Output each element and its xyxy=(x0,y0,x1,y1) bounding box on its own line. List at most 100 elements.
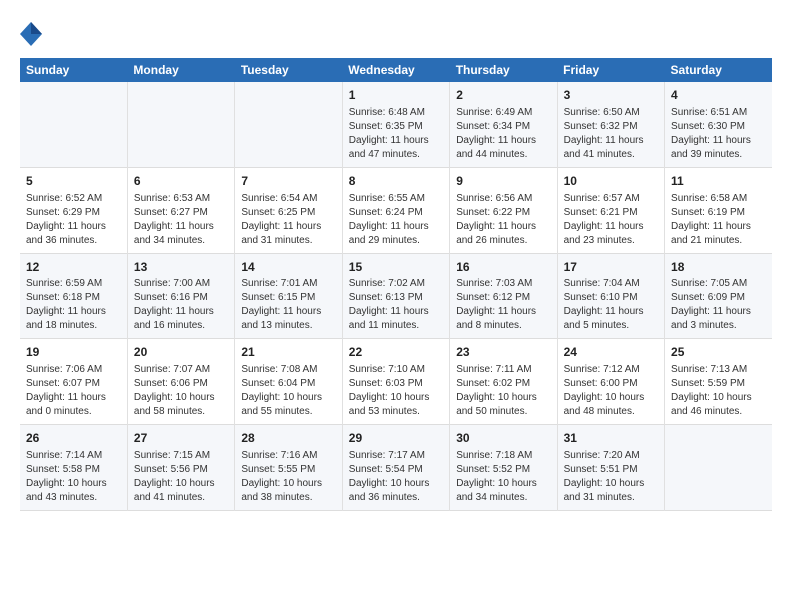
day-info-line: Sunrise: 6:57 AM xyxy=(564,192,658,206)
day-info-line: and 11 minutes. xyxy=(349,319,443,333)
day-info-line: Sunrise: 6:51 AM xyxy=(671,106,766,120)
weekday-header-monday: Monday xyxy=(127,58,234,82)
day-number: 29 xyxy=(349,430,443,447)
day-info-line: Sunset: 6:15 PM xyxy=(241,291,335,305)
calendar-cell: 13Sunrise: 7:00 AMSunset: 6:16 PMDayligh… xyxy=(127,253,234,339)
day-info-line: Sunset: 6:29 PM xyxy=(26,206,121,220)
calendar-week-1: 1Sunrise: 6:48 AMSunset: 6:35 PMDaylight… xyxy=(20,82,772,167)
day-info-line: and 34 minutes. xyxy=(456,491,550,505)
day-info-line: and 36 minutes. xyxy=(349,491,443,505)
calendar-cell: 19Sunrise: 7:06 AMSunset: 6:07 PMDayligh… xyxy=(20,339,127,425)
day-number: 18 xyxy=(671,259,766,276)
day-info-line: Sunrise: 7:12 AM xyxy=(564,363,658,377)
day-info-line: Sunrise: 7:10 AM xyxy=(349,363,443,377)
calendar-week-2: 5Sunrise: 6:52 AMSunset: 6:29 PMDaylight… xyxy=(20,167,772,253)
calendar-cell: 7Sunrise: 6:54 AMSunset: 6:25 PMDaylight… xyxy=(235,167,342,253)
day-info-line: and 21 minutes. xyxy=(671,234,766,248)
day-number: 27 xyxy=(134,430,228,447)
day-number: 7 xyxy=(241,173,335,190)
day-info-line: Daylight: 10 hours xyxy=(26,477,121,491)
calendar-cell: 18Sunrise: 7:05 AMSunset: 6:09 PMDayligh… xyxy=(665,253,772,339)
day-info-line: Sunset: 6:34 PM xyxy=(456,120,550,134)
day-info-line: Sunset: 6:13 PM xyxy=(349,291,443,305)
day-info-line: Sunrise: 7:07 AM xyxy=(134,363,228,377)
calendar-cell xyxy=(20,82,127,167)
day-info-line: Sunrise: 6:54 AM xyxy=(241,192,335,206)
day-info-line: Daylight: 11 hours xyxy=(564,220,658,234)
day-info-line: Sunset: 6:07 PM xyxy=(26,377,121,391)
calendar-cell: 4Sunrise: 6:51 AMSunset: 6:30 PMDaylight… xyxy=(665,82,772,167)
day-info-line: Sunset: 6:19 PM xyxy=(671,206,766,220)
day-info-line: Daylight: 11 hours xyxy=(671,305,766,319)
calendar-cell: 6Sunrise: 6:53 AMSunset: 6:27 PMDaylight… xyxy=(127,167,234,253)
calendar-week-4: 19Sunrise: 7:06 AMSunset: 6:07 PMDayligh… xyxy=(20,339,772,425)
day-number: 15 xyxy=(349,259,443,276)
day-number: 4 xyxy=(671,87,766,104)
calendar-body: 1Sunrise: 6:48 AMSunset: 6:35 PMDaylight… xyxy=(20,82,772,510)
day-info-line: and 50 minutes. xyxy=(456,405,550,419)
day-info-line: Sunrise: 7:05 AM xyxy=(671,277,766,291)
calendar-cell: 15Sunrise: 7:02 AMSunset: 6:13 PMDayligh… xyxy=(342,253,449,339)
calendar-cell: 30Sunrise: 7:18 AMSunset: 5:52 PMDayligh… xyxy=(450,425,557,511)
day-info-line: Sunrise: 7:20 AM xyxy=(564,449,658,463)
day-info-line: Sunset: 6:04 PM xyxy=(241,377,335,391)
calendar-cell: 23Sunrise: 7:11 AMSunset: 6:02 PMDayligh… xyxy=(450,339,557,425)
day-number: 13 xyxy=(134,259,228,276)
weekday-header-row: SundayMondayTuesdayWednesdayThursdayFrid… xyxy=(20,58,772,82)
day-info-line: Sunrise: 6:50 AM xyxy=(564,106,658,120)
day-info-line: Sunrise: 7:16 AM xyxy=(241,449,335,463)
day-info-line: Sunrise: 7:14 AM xyxy=(26,449,121,463)
calendar-cell xyxy=(235,82,342,167)
day-number: 31 xyxy=(564,430,658,447)
calendar-cell: 5Sunrise: 6:52 AMSunset: 6:29 PMDaylight… xyxy=(20,167,127,253)
day-info-line: Sunrise: 7:06 AM xyxy=(26,363,121,377)
day-number: 6 xyxy=(134,173,228,190)
calendar-cell: 14Sunrise: 7:01 AMSunset: 6:15 PMDayligh… xyxy=(235,253,342,339)
day-number: 1 xyxy=(349,87,443,104)
weekday-header-wednesday: Wednesday xyxy=(342,58,449,82)
day-info-line: and 41 minutes. xyxy=(564,148,658,162)
day-info-line: and 47 minutes. xyxy=(349,148,443,162)
day-number: 2 xyxy=(456,87,550,104)
day-info-line: Sunset: 6:00 PM xyxy=(564,377,658,391)
weekday-header-saturday: Saturday xyxy=(665,58,772,82)
day-number: 24 xyxy=(564,344,658,361)
day-info-line: Daylight: 11 hours xyxy=(134,220,228,234)
day-info-line: Sunrise: 7:13 AM xyxy=(671,363,766,377)
day-info-line: Daylight: 10 hours xyxy=(134,477,228,491)
day-number: 9 xyxy=(456,173,550,190)
day-info-line: Sunrise: 7:18 AM xyxy=(456,449,550,463)
day-info-line: and 58 minutes. xyxy=(134,405,228,419)
calendar-cell: 26Sunrise: 7:14 AMSunset: 5:58 PMDayligh… xyxy=(20,425,127,511)
day-info-line: Sunset: 6:06 PM xyxy=(134,377,228,391)
day-info-line: and 18 minutes. xyxy=(26,319,121,333)
calendar-cell xyxy=(665,425,772,511)
day-number: 20 xyxy=(134,344,228,361)
day-info-line: and 16 minutes. xyxy=(134,319,228,333)
day-info-line: Sunrise: 7:02 AM xyxy=(349,277,443,291)
day-info-line: Sunset: 6:24 PM xyxy=(349,206,443,220)
calendar-cell: 22Sunrise: 7:10 AMSunset: 6:03 PMDayligh… xyxy=(342,339,449,425)
day-info-line: Sunset: 6:12 PM xyxy=(456,291,550,305)
calendar-cell xyxy=(127,82,234,167)
calendar-cell: 11Sunrise: 6:58 AMSunset: 6:19 PMDayligh… xyxy=(665,167,772,253)
calendar-week-5: 26Sunrise: 7:14 AMSunset: 5:58 PMDayligh… xyxy=(20,425,772,511)
day-info-line: Sunrise: 7:15 AM xyxy=(134,449,228,463)
day-info-line: Daylight: 11 hours xyxy=(134,305,228,319)
day-info-line: Sunrise: 7:17 AM xyxy=(349,449,443,463)
calendar-cell: 10Sunrise: 6:57 AMSunset: 6:21 PMDayligh… xyxy=(557,167,664,253)
calendar-cell: 21Sunrise: 7:08 AMSunset: 6:04 PMDayligh… xyxy=(235,339,342,425)
day-info-line: Daylight: 11 hours xyxy=(349,220,443,234)
day-info-line: Daylight: 11 hours xyxy=(26,220,121,234)
day-info-line: and 29 minutes. xyxy=(349,234,443,248)
day-info-line: Daylight: 11 hours xyxy=(349,134,443,148)
day-info-line: Daylight: 11 hours xyxy=(456,220,550,234)
calendar-cell: 1Sunrise: 6:48 AMSunset: 6:35 PMDaylight… xyxy=(342,82,449,167)
calendar-table: SundayMondayTuesdayWednesdayThursdayFrid… xyxy=(20,58,772,511)
day-info-line: Sunset: 6:22 PM xyxy=(456,206,550,220)
day-info-line: Sunset: 5:54 PM xyxy=(349,463,443,477)
calendar-cell: 31Sunrise: 7:20 AMSunset: 5:51 PMDayligh… xyxy=(557,425,664,511)
day-info-line: Sunset: 5:55 PM xyxy=(241,463,335,477)
weekday-header-thursday: Thursday xyxy=(450,58,557,82)
day-info-line: and 8 minutes. xyxy=(456,319,550,333)
